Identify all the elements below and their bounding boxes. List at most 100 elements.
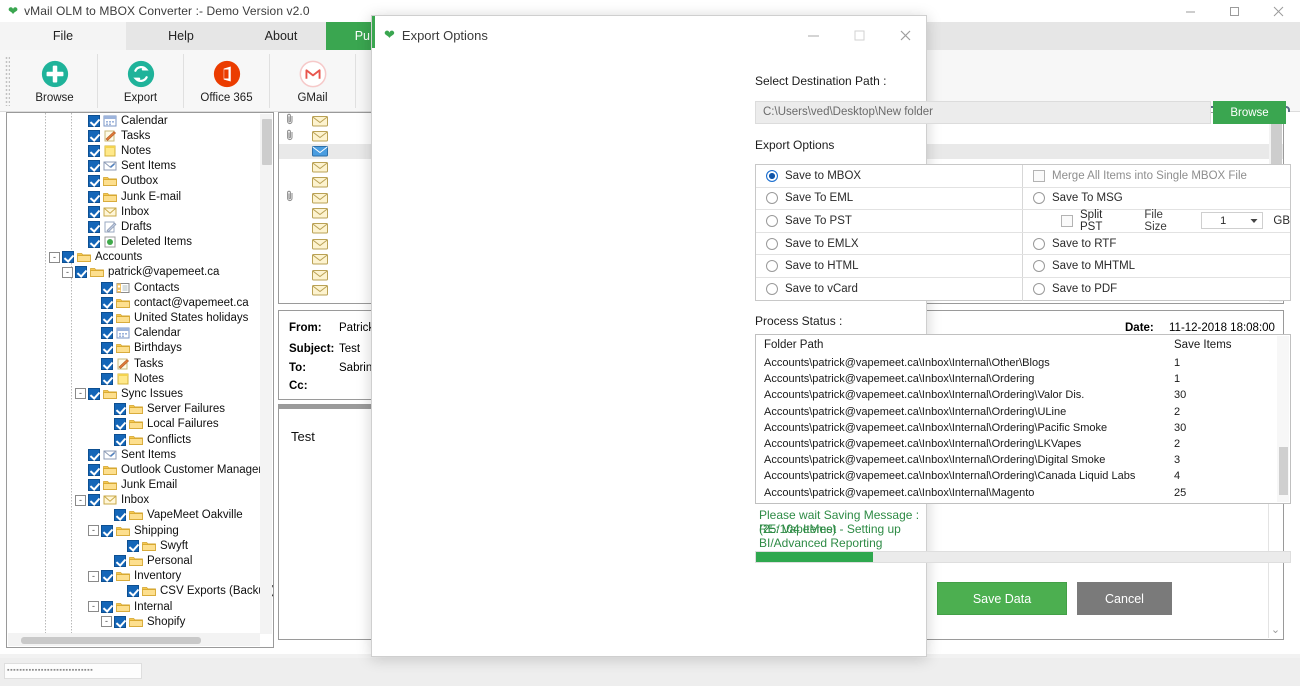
tree-node[interactable]: Tasks [7,356,261,371]
radio-button[interactable] [766,214,778,227]
checkbox[interactable] [1033,169,1045,182]
tree-node[interactable]: - Accounts [7,250,261,265]
tree-node[interactable]: Sent Items [7,159,261,174]
tree-scroll-thumb[interactable] [262,119,272,165]
export-option-save-to-rtf[interactable]: Save to RTF [1023,233,1290,255]
tree-expander-icon[interactable]: - [88,570,99,582]
tree-node[interactable]: Junk Email [7,478,261,493]
tree-node-checkbox[interactable] [88,144,100,157]
menu-item-about[interactable]: About [236,22,326,50]
tree-node-checkbox[interactable] [88,190,100,203]
cancel-button[interactable]: Cancel [1077,582,1172,615]
radio-button[interactable] [1033,260,1045,273]
tree-expander-icon[interactable]: - [62,266,73,278]
table-row[interactable]: Accounts\patrick@vapemeet.ca\Inbox\Inter… [756,420,1290,436]
tree-node[interactable]: VapeMeet Oakville [7,508,261,523]
tree-node[interactable]: Server Failures [7,402,261,417]
tree-node-checkbox[interactable] [101,327,113,340]
tree-node[interactable]: Swyft [7,538,261,553]
tree-node[interactable]: Drafts [7,219,261,234]
chevron-down-icon[interactable] [1250,215,1258,227]
dialog-minimize-button[interactable] [790,16,836,54]
gmail-button[interactable]: GMail [270,54,356,108]
tree-node-checkbox[interactable] [127,539,139,552]
tree-node-checkbox[interactable] [114,555,126,568]
tree-node-checkbox[interactable] [101,281,113,294]
destination-path-input[interactable]: C:\Users\ved\Desktop\New folder [755,101,1211,124]
tree-expander-icon[interactable]: - [75,388,86,400]
tree-node-checkbox[interactable] [101,600,113,613]
dialog-close-button[interactable] [882,16,928,54]
tree-node[interactable]: Local Failures [7,417,261,432]
radio-button[interactable] [1033,192,1045,205]
export-option-save-to-msg[interactable]: Save To MSG [1023,188,1290,210]
menu-item-purchase[interactable]: Pu [326,22,374,50]
minimize-button[interactable] [1168,0,1212,22]
tree-node-checkbox[interactable] [88,114,100,127]
tree-expander-icon[interactable]: - [49,251,60,263]
export-option-save-to-eml[interactable]: Save To EML [756,187,1023,210]
checkbox[interactable] [1061,214,1073,227]
tree-node-checkbox[interactable] [88,387,100,400]
tree-node[interactable]: - Shipping [7,523,261,538]
tree-node[interactable]: Deleted Items [7,235,261,250]
tree-node[interactable]: Contacts [7,280,261,295]
tree-expander-icon[interactable]: - [75,494,86,506]
export-option-save-to-pst[interactable]: Save To PST [756,210,1023,232]
tree-node-checkbox[interactable] [101,342,113,355]
tree-node-checkbox[interactable] [88,160,100,173]
save-data-button[interactable]: Save Data [937,582,1067,615]
folder-tree[interactable]: Calendar Tasks Notes Sent Items Outbox Junk E… [7,113,273,629]
tree-node[interactable]: Sent Items [7,447,261,462]
tree-node[interactable]: - Internal [7,599,261,614]
tree-node[interactable]: Personal [7,553,261,568]
maximize-button[interactable] [1212,0,1256,22]
tree-node[interactable]: Inbox [7,204,261,219]
tree-node-checkbox[interactable] [101,372,113,385]
tree-expander-icon[interactable]: - [88,525,99,537]
tree-node[interactable]: Birthdays [7,341,261,356]
file-size-dropdown[interactable]: 1 [1201,212,1264,230]
tree-node[interactable]: Outbox [7,174,261,189]
tree-node[interactable]: Notes [7,143,261,158]
process-status-table[interactable]: Folder Path Save Items Accounts\patrick@… [755,334,1291,504]
scroll-down-icon[interactable]: ⌄ [1271,621,1280,638]
radio-button[interactable] [766,192,778,205]
export-button[interactable]: Export [98,54,184,108]
table-row[interactable]: Accounts\patrick@vapemeet.ca\Inbox\Inter… [756,387,1290,403]
export-option-merge-all-items-into-single-mbox-file[interactable]: Merge All Items into Single MBOX File [1023,165,1290,187]
export-option-save-to-mhtml[interactable]: Save to MHTML [1023,255,1290,277]
tree-node[interactable]: Calendar [7,326,261,341]
menu-item-help[interactable]: Help [126,22,236,50]
table-row[interactable]: Accounts\patrick@vapemeet.ca\Inbox\Inter… [756,371,1290,387]
tree-expander-icon[interactable]: - [88,601,99,613]
tree-node-checkbox[interactable] [88,236,100,249]
table-row[interactable]: Accounts\patrick@vapemeet.ca\Inbox\Inter… [756,485,1290,501]
dialog-maximize-button[interactable] [836,16,882,54]
tree-node[interactable]: Conflicts [7,432,261,447]
export-option-save-to-vcard[interactable]: Save to vCard [756,277,1023,301]
tree-node-checkbox[interactable] [101,357,113,370]
tree-node[interactable]: Calendar [7,113,261,128]
export-option-save-to-html[interactable]: Save to HTML [756,255,1023,277]
tree-node[interactable]: Outlook Customer Manager [7,462,262,477]
tree-node[interactable]: Junk E-mail [7,189,261,204]
tree-node[interactable]: Tasks [7,128,261,143]
tree-node-checkbox[interactable] [88,205,100,218]
radio-button[interactable] [766,283,778,296]
export-option-split-pst[interactable]: Split PST File Size 1 GB [1023,209,1290,233]
office365-button[interactable]: Office 365 [184,54,270,108]
table-row[interactable]: Accounts\patrick@vapemeet.ca\Inbox\Inter… [756,355,1290,371]
tree-node-checkbox[interactable] [101,524,113,537]
tree-node-checkbox[interactable] [88,494,100,507]
tree-node-checkbox[interactable] [88,479,100,492]
table-row[interactable]: Accounts\patrick@vapemeet.ca\Inbox\Inter… [756,436,1290,452]
tree-node[interactable]: - Inbox [7,493,261,508]
radio-button[interactable] [1033,237,1045,250]
tree-node-checkbox[interactable] [88,129,100,142]
browse-button[interactable]: Browse [12,54,98,108]
close-button[interactable] [1256,0,1300,22]
tree-node[interactable]: - Sync Issues [7,386,261,401]
tree-node[interactable]: contact@vapemeet.ca [7,295,261,310]
tree-node[interactable]: Notes [7,371,261,386]
